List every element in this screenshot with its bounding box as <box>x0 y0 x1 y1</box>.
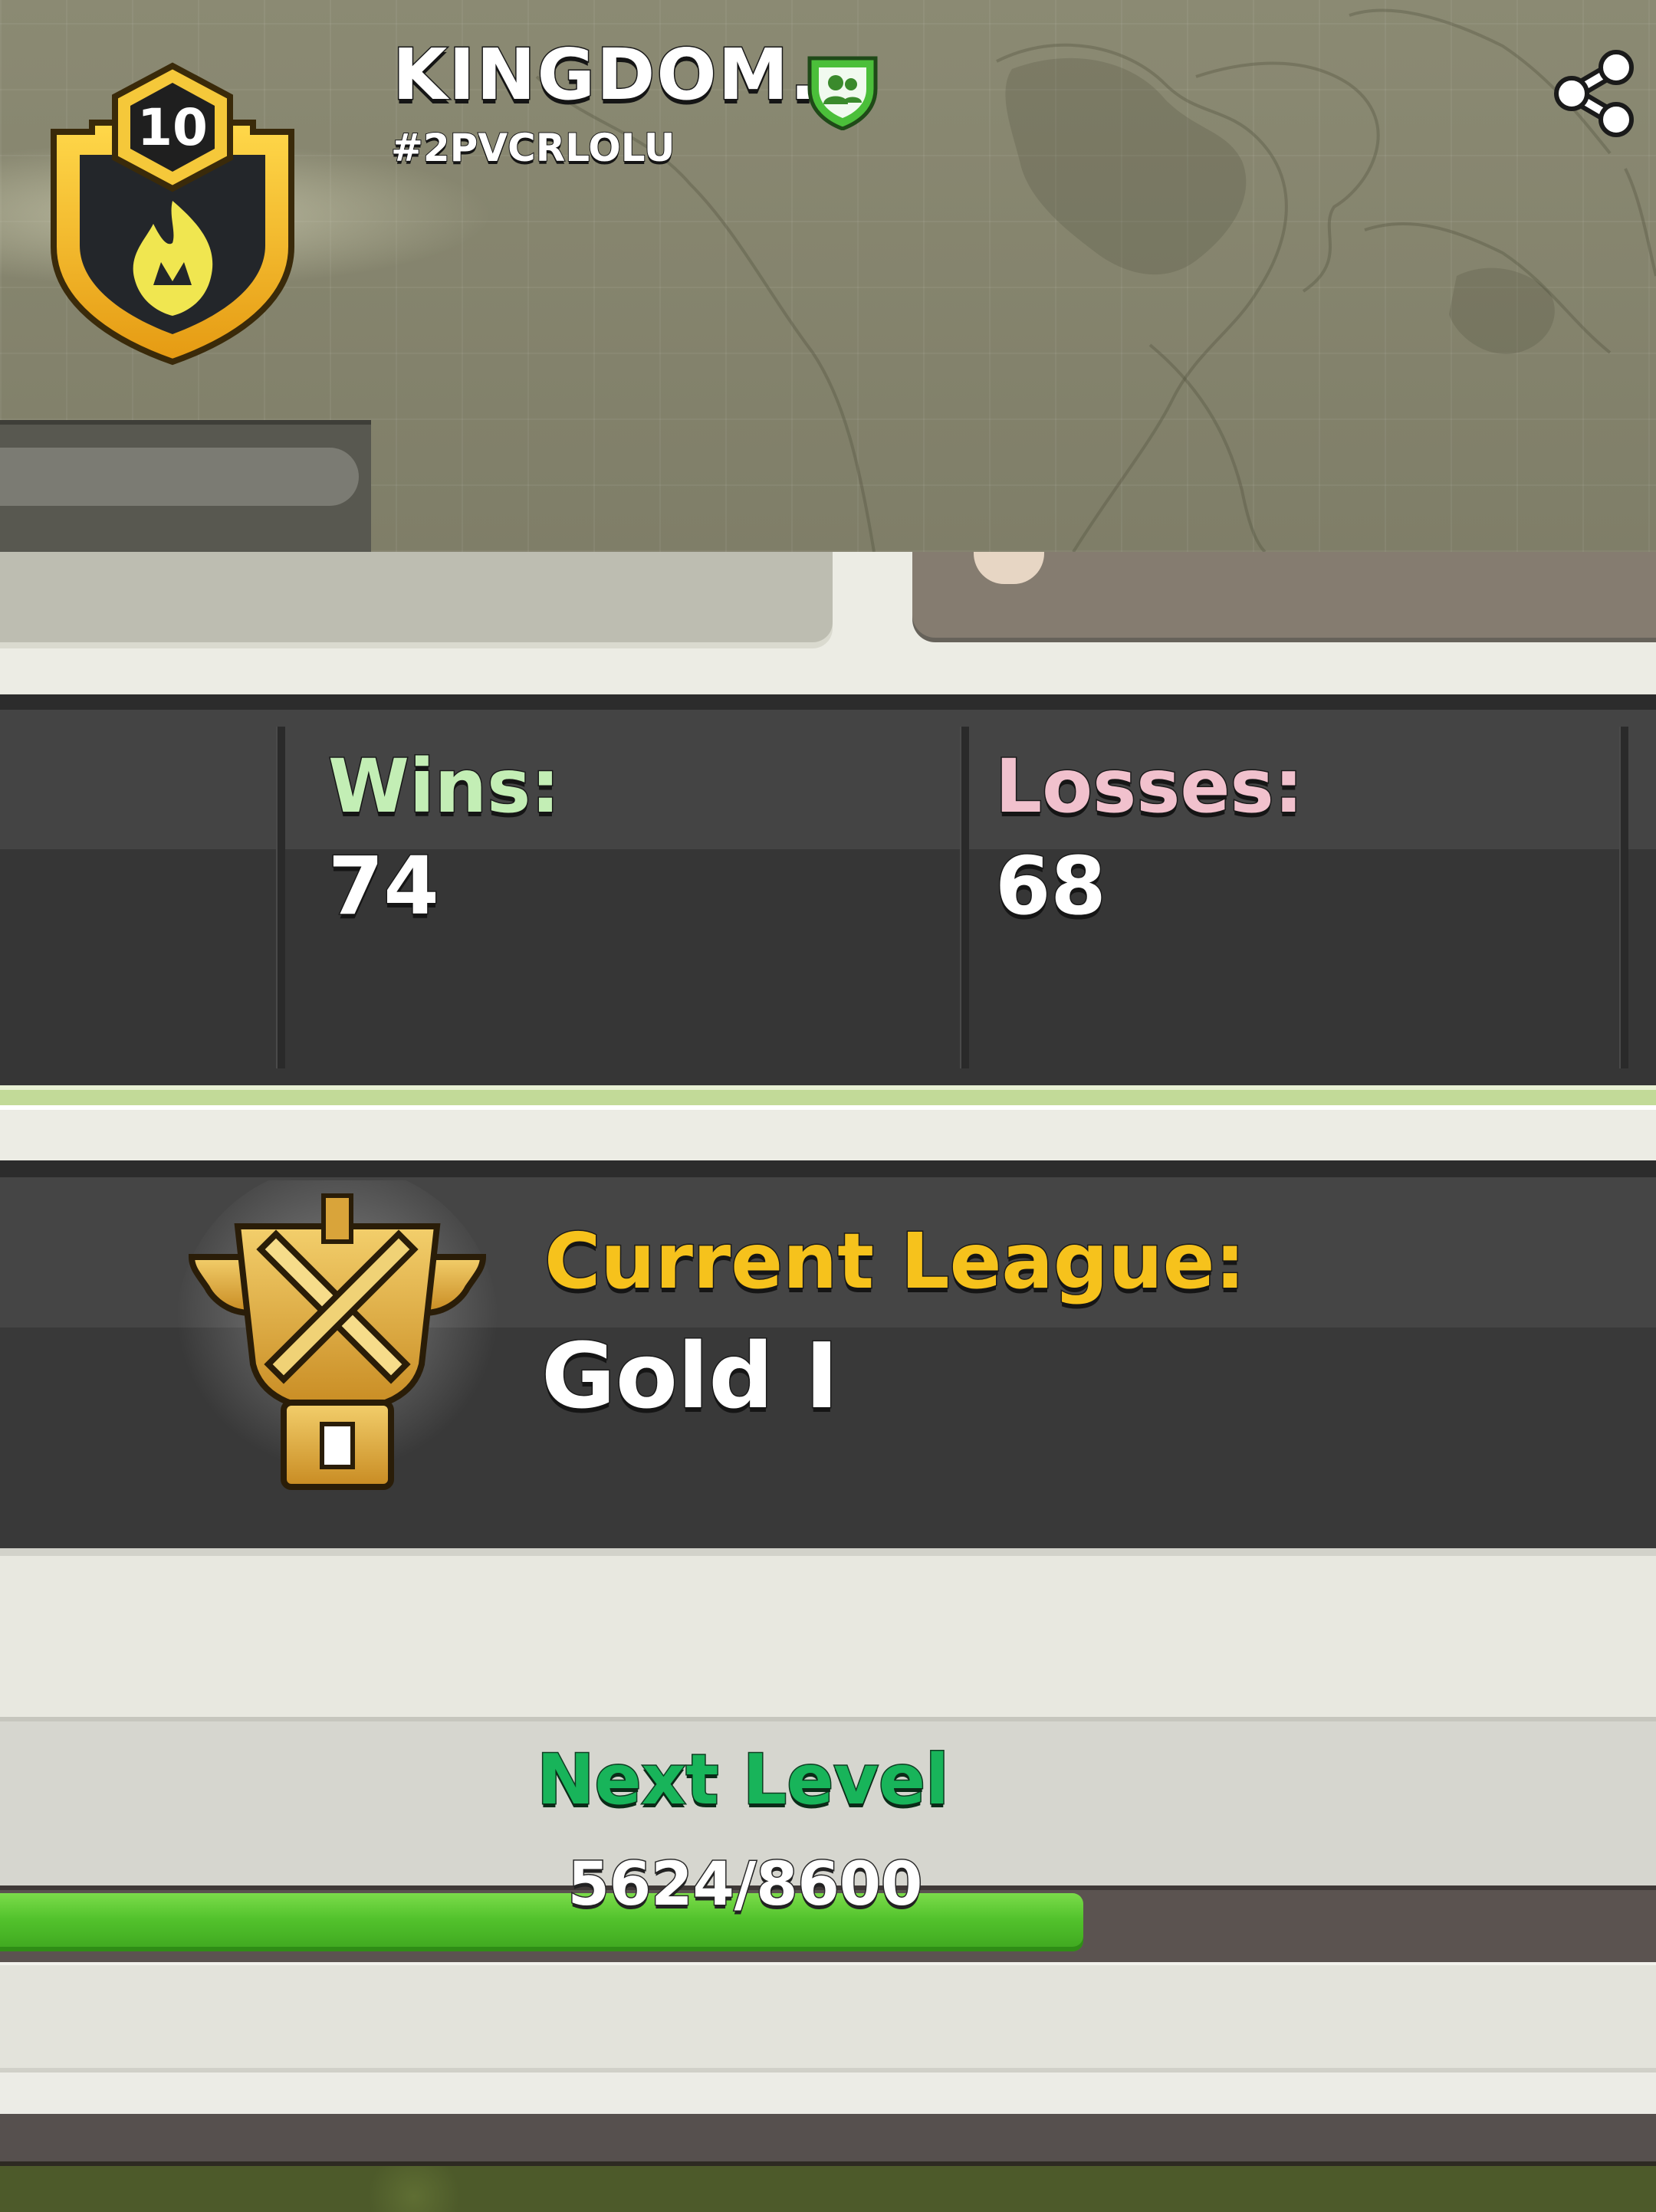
clan-name: KINGDOM. <box>391 34 819 116</box>
ground-background <box>0 2161 1656 2212</box>
clan-tag: #2PVCRLOLU <box>390 126 675 170</box>
info-card-right[interactable] <box>912 552 1656 638</box>
current-league-value: Gold I <box>540 1323 840 1429</box>
header-side-pill <box>0 448 359 506</box>
wins-label: Wins: <box>327 743 562 829</box>
svg-text:10: 10 <box>137 98 208 157</box>
section-gap <box>0 1105 1656 1165</box>
wins-value: 74 <box>327 839 441 933</box>
card-art-peek <box>974 552 1044 584</box>
clan-type-shield-icon[interactable] <box>802 49 883 130</box>
info-card-left[interactable] <box>0 552 833 642</box>
losses-value: 68 <box>994 839 1108 933</box>
spacer-area <box>0 1548 1656 1725</box>
bottom-bar <box>0 2114 1656 2161</box>
current-league-label: Current League: <box>543 1216 1246 1306</box>
war-stats-band <box>0 694 1656 1090</box>
share-icon[interactable] <box>1549 48 1639 138</box>
bottom-panel <box>0 1962 1656 2071</box>
losses-label: Losses: <box>994 743 1304 829</box>
xp-progress-text: 5624/8600 <box>567 1850 924 1919</box>
next-level-label: Next Level <box>536 1740 951 1820</box>
bottom-divider <box>0 2068 1656 2118</box>
clan-badge-icon: 10 <box>51 62 294 366</box>
league-trophy-icon[interactable] <box>161 1180 514 1502</box>
